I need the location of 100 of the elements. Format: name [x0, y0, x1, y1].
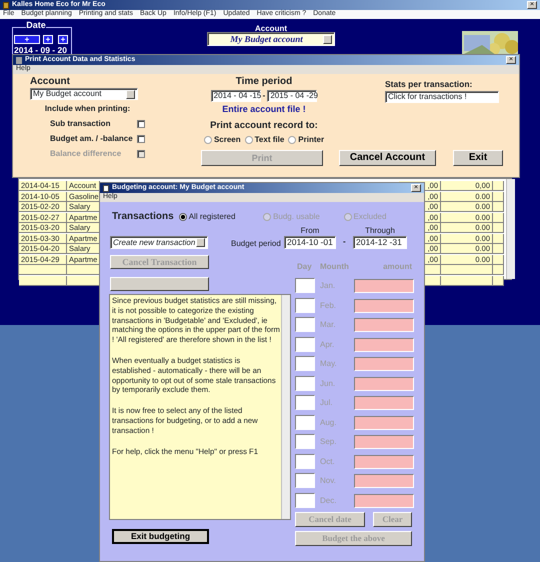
amount-field[interactable]	[354, 454, 414, 468]
day-field[interactable]	[295, 336, 315, 352]
radio-label: All registered	[188, 212, 236, 222]
field-label: Stats per transaction:	[385, 79, 474, 90]
date-button[interactable]: +	[58, 35, 68, 44]
checkbox-label: Budget am. / -balance	[50, 134, 134, 144]
stats-field[interactable]: Click for transactions !	[385, 91, 499, 104]
transaction-dropdown[interactable]: Create new transaction	[110, 236, 208, 249]
radio-button[interactable]	[288, 136, 296, 144]
day-field[interactable]	[295, 356, 315, 371]
day-field[interactable]	[295, 454, 315, 468]
dialog-button: Print	[201, 150, 323, 166]
date-value: 2014 - 09 - 20	[14, 45, 67, 56]
month-label: Nov.	[320, 476, 336, 486]
amount-field[interactable]	[354, 396, 414, 410]
account-label: Account	[254, 24, 288, 33]
table-cell	[493, 265, 504, 275]
radio-button[interactable]	[178, 213, 187, 221]
amount-field[interactable]	[354, 279, 414, 293]
month-label: Apr.	[320, 340, 334, 350]
section-label: Include when printing:	[44, 104, 130, 114]
month-label: May.	[320, 359, 337, 369]
separator: -	[343, 237, 346, 247]
amount-field[interactable]	[354, 474, 414, 488]
exit-budgeting-button[interactable]: Exit budgeting	[112, 529, 209, 544]
column-header: Day	[297, 262, 313, 272]
radio-label: Excluded	[354, 212, 386, 222]
table-cell	[493, 181, 504, 191]
day-field[interactable]	[295, 492, 315, 508]
day-field[interactable]	[295, 414, 315, 430]
date-field[interactable]: 2015 - 04 -29	[267, 90, 318, 102]
table-cell	[493, 234, 504, 244]
table-cell	[493, 192, 504, 202]
month-label: Jul.	[320, 398, 332, 408]
column-header: amount	[382, 262, 412, 272]
dialog-button: Budget the above	[295, 531, 412, 546]
amount-field[interactable]	[354, 435, 414, 449]
field-label: Account	[30, 76, 71, 88]
app-icon	[3, 2, 9, 8]
dialog-icon	[16, 56, 22, 64]
day-field[interactable]	[295, 395, 315, 410]
table-cell	[493, 254, 504, 264]
table-cell	[493, 202, 504, 212]
dialog-button[interactable]: Cancel Account	[339, 150, 436, 166]
blank-button[interactable]	[110, 277, 209, 291]
field-label: From	[300, 226, 320, 236]
date-button[interactable]: +	[43, 35, 53, 44]
radio-button[interactable]	[244, 136, 253, 144]
amount-field[interactable]	[354, 376, 414, 390]
separator: -	[262, 91, 266, 101]
day-field[interactable]	[295, 278, 315, 293]
month-label: Mar.	[320, 320, 336, 330]
month-label: Oct.	[320, 456, 335, 466]
section-label: Transactions	[112, 211, 175, 223]
table-cell	[493, 244, 504, 254]
day-field[interactable]	[295, 473, 315, 488]
amount-field[interactable]	[354, 357, 414, 371]
dialog-button: Clear	[373, 512, 412, 527]
radio-label: Budg. usable	[273, 212, 320, 222]
cancel-transaction-button: Cancel Transaction	[110, 255, 209, 269]
date-button[interactable]: +	[14, 35, 40, 44]
checkbox-label: Sub transaction	[50, 119, 112, 129]
radio-label: Screen	[214, 135, 241, 145]
month-label: Sep.	[320, 437, 336, 447]
radio-button[interactable]	[204, 136, 212, 144]
date-field[interactable]: 2014 - 04 -15	[210, 90, 261, 102]
month-label: Feb.	[320, 300, 336, 310]
day-field[interactable]	[295, 434, 315, 449]
account-dropdown[interactable]: My Budget account	[207, 32, 335, 46]
month-label: Jun.	[320, 378, 336, 388]
dialog-button[interactable]: Exit	[453, 150, 503, 166]
amount-field[interactable]	[354, 416, 414, 430]
radio-label: Text file	[254, 135, 284, 145]
checkbox[interactable]	[137, 120, 145, 128]
day-field[interactable]	[295, 317, 315, 332]
radio-label: Printer	[298, 135, 324, 145]
amount-field[interactable]	[354, 298, 414, 312]
date-field[interactable]: 2014-12 -31	[353, 236, 407, 249]
day-field[interactable]	[295, 298, 315, 312]
notice-text: Entire account file !	[222, 104, 306, 115]
amount-field[interactable]	[354, 494, 414, 508]
amount-field[interactable]	[354, 318, 414, 332]
table-cell	[493, 223, 504, 233]
amount-field[interactable]	[354, 338, 414, 352]
section-label: Print account record to:	[210, 120, 318, 132]
field-label: Time period	[236, 76, 292, 88]
month-label: Aug.	[320, 418, 336, 428]
month-label: Jan.	[320, 281, 336, 291]
account-dropdown[interactable]: My Budget account	[30, 88, 138, 100]
dialog-button: Cancel date	[295, 512, 365, 527]
dialog-icon	[103, 184, 109, 192]
date-field[interactable]: 2014-10 -01	[284, 236, 336, 249]
table-cell	[493, 212, 504, 222]
column-header: Mounth	[320, 262, 350, 272]
field-label: Budget period	[231, 239, 281, 249]
day-field[interactable]	[295, 376, 315, 390]
field-label: Through	[364, 226, 396, 236]
month-label: Dec.	[320, 496, 336, 506]
date-label: Date	[26, 20, 46, 30]
checkbox[interactable]	[137, 135, 145, 144]
